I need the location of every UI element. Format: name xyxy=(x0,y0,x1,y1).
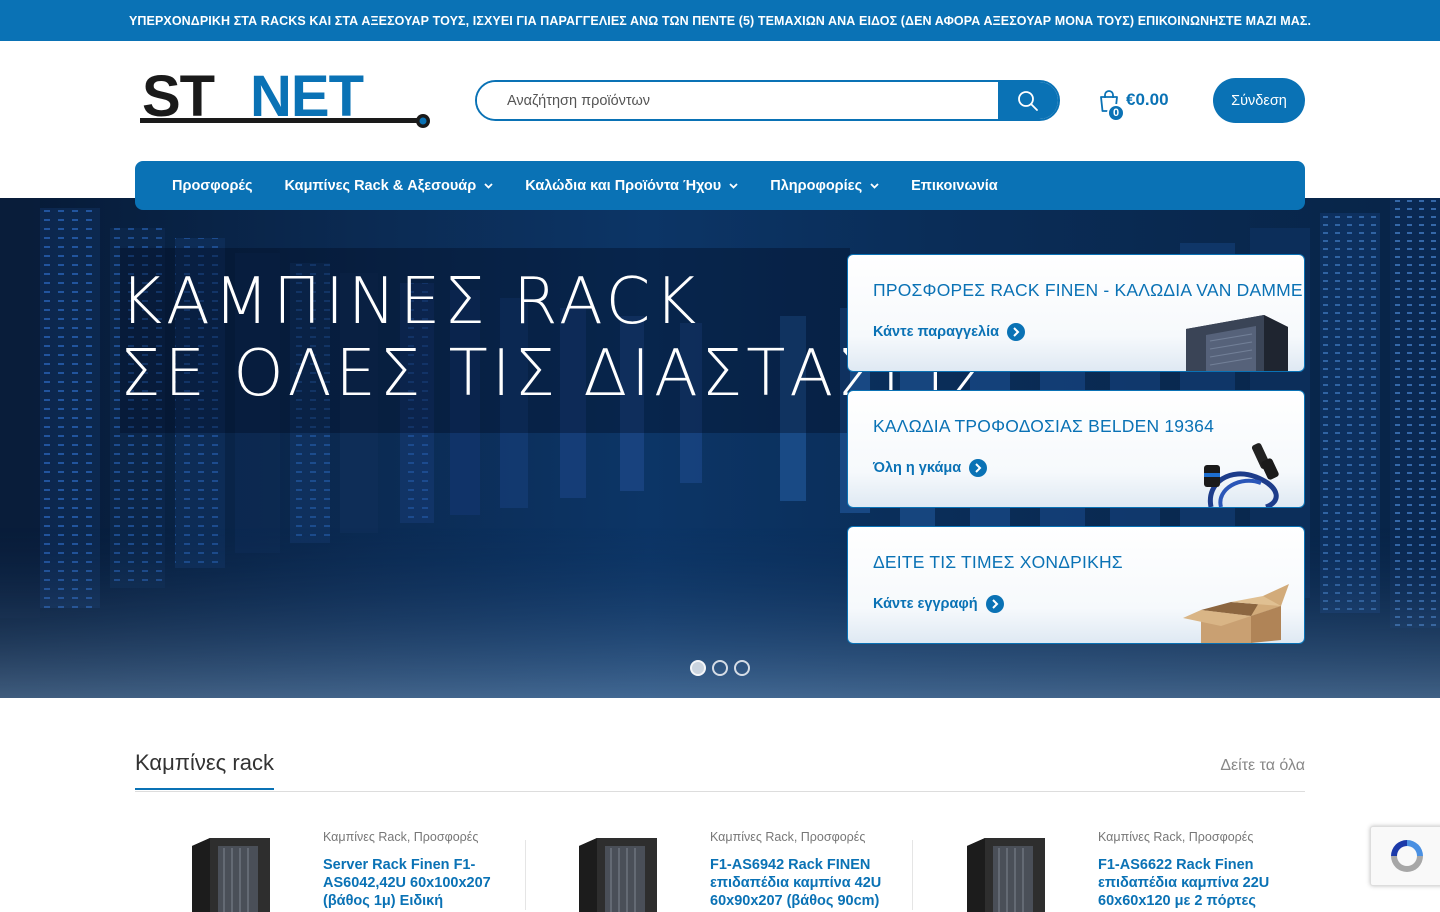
promo-title: ΔΕΙΤΕ ΤΙΣ ΤΙΜΕΣ ΧΟΝΔΡΙΚΗΣ xyxy=(873,552,1123,572)
arrow-right-icon xyxy=(1007,323,1026,341)
nav-item-label: Επικοινωνία xyxy=(911,177,998,194)
promo-card-wholesale[interactable]: ΔΕΙΤΕ ΤΙΣ ΤΙΜΕΣ ΧΟΝΔΡΙΚΗΣ Κάντε εγγραφή xyxy=(847,526,1305,644)
nav-item-label: Προσφορές xyxy=(172,177,253,194)
nav-item-rack-cabinets[interactable]: Καμπίνες Rack & Αξεσουάρ xyxy=(285,178,494,194)
promo-title: ΠΡΟΣΦΟΡΕΣ RACK FINEN - ΚΑΛΩΔΙΑ VAN DAMME xyxy=(873,280,1303,300)
nav-item-cables-audio[interactable]: Καλώδια και Προϊόντα Ήχου xyxy=(525,178,738,194)
product-card[interactable]: Καμπίνες Rack, Προσφορές Server Rack Fin… xyxy=(135,826,526,912)
promo-link[interactable]: Κάντε εγγραφή xyxy=(873,595,1004,613)
section-header: Καμπίνες rack Δείτε τα όλα xyxy=(135,750,1305,792)
cardboard-box-image xyxy=(1183,584,1289,643)
search-input[interactable] xyxy=(477,82,998,119)
nav-item-label: Καμπίνες Rack & Αξεσουάρ xyxy=(284,177,477,194)
chevron-down-icon xyxy=(870,182,879,189)
product-title[interactable]: Server Rack Finen F1-AS6042,42U 60x100x2… xyxy=(323,856,508,910)
chevron-down-icon xyxy=(484,182,493,189)
promo-card-rack-offers[interactable]: ΠΡΟΣΦΟΡΕΣ RACK FINEN - ΚΑΛΩΔΙΑ VAN DAMME… xyxy=(847,254,1305,372)
promo-title: ΚΑΛΩΔΙΑ ΤΡΟΦΟΔΟΣΙΑΣ BELDEN 19364 xyxy=(873,416,1215,436)
rack-product-image xyxy=(967,838,1045,912)
product-categories: Καμπίνες Rack, Προσφορές xyxy=(710,830,866,844)
promo-link-label: Κάντε παραγγελία xyxy=(873,324,1000,340)
product-card[interactable]: Καμπίνες Rack, Προσφορές F1-AS6622 Rack … xyxy=(910,826,1288,912)
arrow-right-icon xyxy=(969,459,988,477)
arrow-right-icon xyxy=(985,595,1004,613)
section-title: Καμπίνες rack xyxy=(135,750,274,790)
nav-item-label: Πληροφορίες xyxy=(770,177,863,194)
rack-product-image xyxy=(192,838,270,912)
slider-pagination xyxy=(690,660,750,676)
promo-link-label: Όλη η γκάμα xyxy=(873,460,962,476)
recaptcha-icon xyxy=(1391,840,1423,872)
category-link[interactable]: Προσφορές xyxy=(414,830,479,844)
rack-cabinet-image xyxy=(1186,315,1288,371)
slider-dot-2[interactable] xyxy=(712,660,728,676)
product-card[interactable]: Καμπίνες Rack, Προσφορές F1-AS6942 Rack … xyxy=(522,826,913,912)
category-link[interactable]: Καμπίνες Rack xyxy=(323,830,407,844)
category-link[interactable]: Καμπίνες Rack xyxy=(1098,830,1182,844)
search-icon xyxy=(1018,90,1038,111)
rack-product-image xyxy=(579,838,657,912)
cart-amount: €0.00 xyxy=(1126,90,1169,109)
mini-cart[interactable]: 0 €0.00 xyxy=(1098,86,1188,122)
promo-card-power-cables[interactable]: ΚΑΛΩΔΙΑ ΤΡΟΦΟΔΟΣΙΑΣ BELDEN 19364 Όλη η γ… xyxy=(847,390,1305,508)
product-title[interactable]: F1-AS6622 Rack Finen επιδαπέδια καμπίνα … xyxy=(1098,856,1283,910)
nav-item-contact[interactable]: Επικοινωνία xyxy=(911,178,998,194)
power-cable-image xyxy=(1204,443,1279,507)
slider-dot-1[interactable] xyxy=(690,660,706,676)
promo-link[interactable]: Όλη η γκάμα xyxy=(873,459,988,477)
main-navigation: Προσφορές Καμπίνες Rack & Αξεσουάρ Καλώδ… xyxy=(135,161,1305,210)
nav-item-label: Καλώδια και Προϊόντα Ήχου xyxy=(525,177,722,194)
product-categories: Καμπίνες Rack, Προσφορές xyxy=(1098,830,1254,844)
cart-count-badge: 0 xyxy=(1107,104,1125,122)
promo-link-label: Κάντε εγγραφή xyxy=(873,596,978,612)
product-categories: Καμπίνες Rack, Προσφορές xyxy=(323,830,479,844)
stnet-logo-graphic: ST NET xyxy=(140,64,430,129)
see-all-link[interactable]: Δείτε τα όλα xyxy=(1220,757,1305,775)
category-link[interactable]: Προσφορές xyxy=(801,830,866,844)
category-link[interactable]: Καμπίνες Rack xyxy=(710,830,794,844)
slider-dot-3[interactable] xyxy=(734,660,750,676)
announcement-bar: ΥΠΕΡΧΟΝΔΡΙΚΗ ΣΤΑ RACKS ΚΑΙ ΣΤΑ ΑΞΕΣΟΥΑΡ … xyxy=(0,0,1440,41)
site-logo[interactable]: ST NET xyxy=(140,64,432,132)
announcement-text: ΥΠΕΡΧΟΝΔΡΙΚΗ ΣΤΑ RACKS ΚΑΙ ΣΤΑ ΑΞΕΣΟΥΑΡ … xyxy=(128,13,1312,28)
category-link[interactable]: Προσφορές xyxy=(1189,830,1254,844)
chevron-down-icon xyxy=(729,182,738,189)
login-button[interactable]: Σύνδεση xyxy=(1213,78,1305,123)
nav-item-offers[interactable]: Προσφορές xyxy=(172,178,253,194)
search-button[interactable] xyxy=(998,82,1058,119)
recaptcha-badge[interactable] xyxy=(1370,826,1440,886)
promo-link[interactable]: Κάντε παραγγελία xyxy=(873,323,1026,341)
product-title[interactable]: F1-AS6942 Rack FINEN επιδαπέδια καμπίνα … xyxy=(710,856,895,910)
nav-item-information[interactable]: Πληροφορίες xyxy=(770,178,879,194)
product-search xyxy=(475,80,1060,121)
